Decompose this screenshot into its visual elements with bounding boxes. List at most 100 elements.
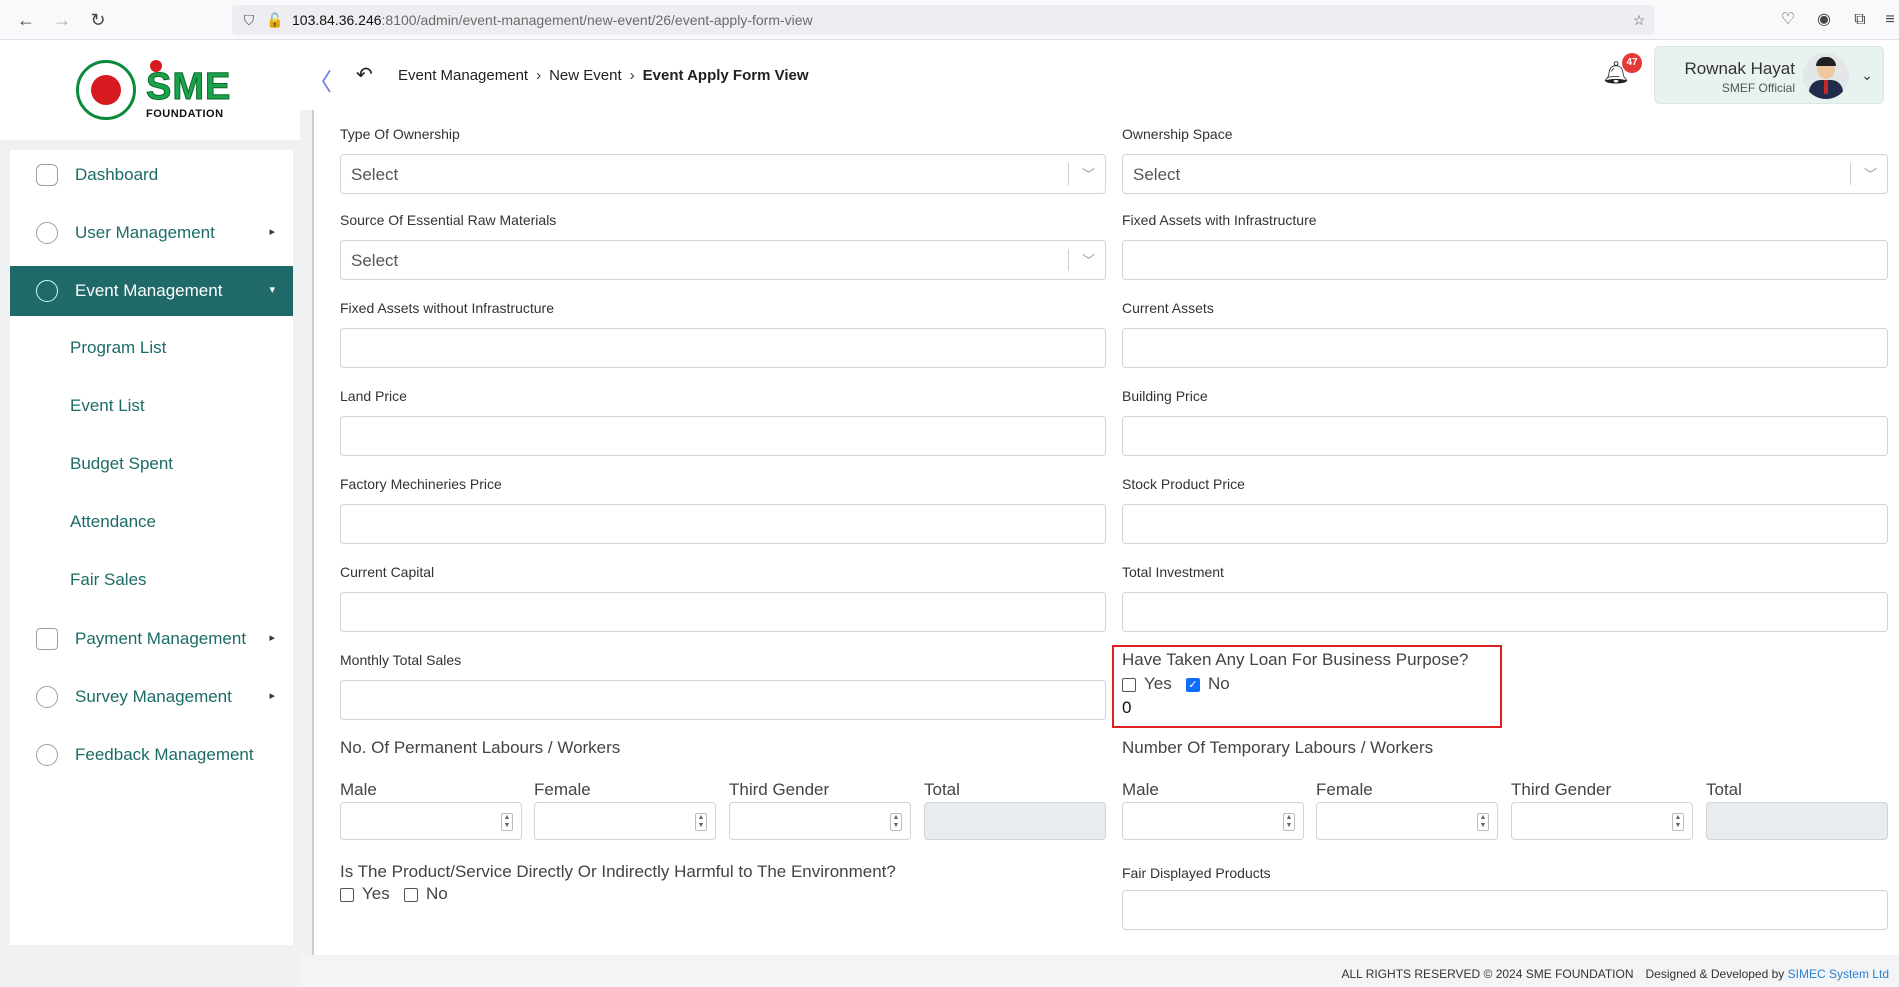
spinner-icon[interactable]: ▲ ▼ (501, 813, 513, 831)
chevron-down-icon: ﹀ (1081, 253, 1095, 268)
raw-materials-label: Source Of Essential Raw Materials (340, 212, 557, 228)
payment-icon (36, 628, 58, 650)
sidebar-item-label: Event Management (75, 281, 223, 300)
user-role: SMEF Official (1721, 81, 1795, 95)
fixed-assets-infra-input[interactable] (1122, 240, 1888, 280)
reload-icon[interactable]: ↻ (86, 8, 110, 32)
forward-arrow-icon[interactable]: → (50, 8, 74, 32)
permanent-workers-label: No. Of Permanent Labours / Workers (340, 738, 621, 757)
breadcrumb: Event Management › New Event › Event Apply F… (398, 67, 809, 84)
loan-highlight-box (1112, 645, 1502, 728)
logo-subtext: FOUNDATION (146, 108, 224, 120)
type-of-ownership-label: Type Of Ownership (340, 126, 460, 142)
sidebar-item-event-management[interactable]: Event Management ▾ (10, 266, 293, 316)
extensions-icon[interactable]: ⧉ (1849, 9, 1871, 31)
permanent-third-gender-input[interactable]: ▲ ▼ (729, 802, 911, 840)
current-assets-input[interactable] (1122, 328, 1888, 368)
chevron-right-icon: ▸ (269, 632, 275, 644)
permanent-female-label: Female (534, 780, 591, 799)
fixed-assets-infra-label: Fixed Assets with Infrastructure (1122, 212, 1317, 228)
factory-price-input[interactable] (340, 504, 1106, 544)
temporary-third-gender-input[interactable]: ▲ ▼ (1511, 802, 1693, 840)
land-price-input[interactable] (340, 416, 1106, 456)
user-menu[interactable]: Rownak Hayat SMEF Official ⌄ (1654, 46, 1884, 104)
permanent-male-input[interactable]: ▲ ▼ (340, 802, 522, 840)
type-of-ownership-select[interactable]: Select ﹀ (340, 154, 1106, 194)
sidebar-item-survey-management[interactable]: Survey Management ▸ (10, 672, 293, 722)
breadcrumb-event-management[interactable]: Event Management (398, 67, 528, 84)
sidebar-item-dashboard[interactable]: Dashboard (10, 150, 293, 200)
sidebar-subitem-budget-spent[interactable]: Budget Spent (70, 454, 173, 474)
spinner-icon[interactable]: ▲ ▼ (1477, 813, 1489, 831)
menu-icon[interactable]: ≡ (1879, 9, 1899, 31)
footer-designed: Designed & Developed by (1645, 967, 1785, 981)
breadcrumb-current: Event Apply Form View (642, 67, 809, 84)
spinner-icon[interactable]: ▲ ▼ (890, 813, 902, 831)
sidebar-item-payment-management[interactable]: Payment Management ▸ (10, 614, 293, 664)
monthly-sales-input[interactable] (340, 680, 1106, 720)
temporary-female-input[interactable]: ▲ ▼ (1316, 802, 1498, 840)
ownership-space-select[interactable]: Select ﹀ (1122, 154, 1888, 194)
url-path: :8100/admin/event-management/new-event/2… (381, 12, 813, 28)
current-capital-input[interactable] (340, 592, 1106, 632)
spinner-icon[interactable]: ▲ ▼ (1283, 813, 1295, 831)
chevron-down-icon: ▾ (269, 284, 275, 296)
sidebar-subitem-fair-sales[interactable]: Fair Sales (70, 570, 147, 590)
harmful-question-label: Is The Product/Service Directly Or Indir… (340, 862, 896, 881)
breadcrumb-separator-icon: › (629, 67, 635, 84)
fair-products-input[interactable] (1122, 890, 1888, 930)
raw-materials-select[interactable]: Select ﹀ (340, 240, 1106, 280)
harmful-no-checkbox[interactable] (404, 888, 418, 902)
breadcrumb-new-event[interactable]: New Event (549, 67, 622, 84)
sidebar-item-label: User Management (75, 223, 215, 242)
shield-icon[interactable]: ⛉ (240, 11, 258, 29)
permanent-male-label: Male (340, 780, 377, 799)
spinner-icon[interactable]: ▲ ▼ (1672, 813, 1684, 831)
footer-developer-link[interactable]: SIMEC System Ltd (1788, 967, 1889, 981)
current-capital-label: Current Capital (340, 564, 435, 580)
sidebar-item-user-management[interactable]: User Management ▸ (10, 208, 293, 258)
back-icon[interactable]: ↶ (356, 62, 373, 87)
total-investment-label: Total Investment (1122, 564, 1224, 580)
sidebar-subitem-event-list[interactable]: Event List (70, 396, 145, 416)
footer: ALL RIGHTS RESERVED © 2024 SME FOUNDATIO… (300, 955, 1899, 987)
sidebar-item-feedback-management[interactable]: Feedback Management (10, 730, 293, 780)
stock-price-input[interactable] (1122, 504, 1888, 544)
sidebar-subitem-program-list[interactable]: Program List (70, 338, 166, 358)
permanent-female-input[interactable]: ▲ ▼ (534, 802, 716, 840)
select-divider (1068, 249, 1069, 271)
select-divider (1850, 163, 1851, 185)
shield-user-icon (36, 222, 58, 244)
back-arrow-icon[interactable]: ← (14, 8, 38, 32)
sidebar-item-label: Feedback Management (75, 745, 254, 764)
select-divider (1068, 163, 1069, 185)
building-price-input[interactable] (1122, 416, 1888, 456)
fixed-assets-no-infra-input[interactable] (340, 328, 1106, 368)
sidebar-subitem-attendance[interactable]: Attendance (70, 512, 156, 532)
sme-foundation-logo[interactable]: SME FOUNDATION (76, 58, 236, 122)
temporary-male-input[interactable]: ▲ ▼ (1122, 802, 1304, 840)
pocket-icon[interactable]: ♡ (1777, 9, 1799, 31)
ownership-space-label: Ownership Space (1122, 126, 1233, 142)
harmful-yes-label: Yes (362, 884, 390, 903)
url-host: 103.84.36.246 (292, 12, 382, 28)
select-placeholder: Select (351, 251, 399, 270)
account-icon[interactable]: ◉ (1813, 9, 1835, 31)
sidebar-collapse-icon[interactable]: 〈 (308, 62, 332, 97)
feedback-icon (36, 744, 58, 766)
address-bar[interactable]: ⛉ 🔓 103.84.36.246:8100/admin/event-manag… (232, 5, 1654, 35)
insecure-lock-icon[interactable]: 🔓 (266, 11, 284, 29)
temporary-female-label: Female (1316, 780, 1373, 799)
sidebar-item-label: Payment Management (75, 629, 247, 648)
top-header: 〈 ↶ Event Management › New Event › Event App… (300, 40, 1899, 110)
chevron-right-icon: ▸ (269, 226, 275, 238)
fair-products-label: Fair Displayed Products (1122, 865, 1271, 881)
select-placeholder: Select (351, 165, 399, 184)
spinner-icon[interactable]: ▲ ▼ (695, 813, 707, 831)
chevron-down-icon: ⌄ (1861, 67, 1873, 83)
building-price-label: Building Price (1122, 388, 1208, 404)
harmful-yes-checkbox[interactable] (340, 888, 354, 902)
government-emblem-icon (76, 60, 136, 120)
bookmark-star-icon[interactable]: ☆ (1630, 11, 1648, 29)
total-investment-input[interactable] (1122, 592, 1888, 632)
